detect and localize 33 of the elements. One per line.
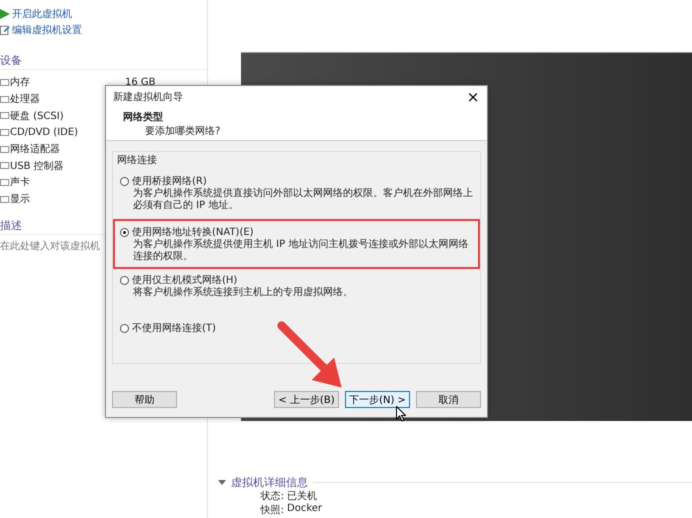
detail-label: 状态: [260,490,284,503]
device-value: 16 GB [125,76,156,88]
option-label[interactable]: 使用桥接网络(R) [132,174,207,188]
dialog-title: 新建虚拟机向导 [113,90,184,104]
section-heading: 设备 [0,53,207,70]
sidebar-action[interactable]: 编辑虚拟机设置 [0,22,207,38]
radio-button[interactable] [120,228,129,236]
option-label[interactable]: 使用仅主机模式网络(H) [132,273,238,287]
detail-value: Docker [287,503,322,516]
section-heading: 虚拟机详细信息 [231,474,308,490]
help-button[interactable]: 帮助 [112,391,177,408]
radio-button[interactable] [120,276,129,284]
radio-button[interactable] [120,324,129,332]
detail-label: 快照: [260,504,284,517]
mouse-cursor-icon [396,406,406,422]
radio-button[interactable] [120,176,129,186]
option-description: 为客户机操作系统提供直接访问外部以太网网络的权限。客户机在外部网络上必须有自己的 IP 地址。 [132,188,473,212]
group-label: 网络连接 [117,154,158,167]
page-heading: 网络类型 [123,110,164,124]
device-name[interactable]: 内存 [10,75,125,90]
detail-value: 已关机 [287,490,317,503]
close-button[interactable]: × [459,87,487,107]
option-label[interactable]: 不使用网络连接(T) [132,321,216,335]
play-icon [0,9,10,19]
sidebar-action[interactable]: 开启此虚拟机 [0,6,207,22]
option-description: 为客户机操作系统提供使用主机 IP 地址访问主机拨号连接或外部以太网网络连接的权限。 [132,239,470,263]
page-subheading: 要添加哪类网络? [144,124,222,138]
dialog-button[interactable]: < 上一步(B) [274,391,339,408]
dialog-button[interactable]: 下一步(N) > [345,391,410,408]
edit-icon [0,25,10,35]
collapse-icon[interactable] [218,480,226,484]
dialog-button[interactable]: 取消 [416,391,481,408]
option-description: 将客户机操作系统连接到主机上的专用虚拟网络。 [132,287,354,299]
